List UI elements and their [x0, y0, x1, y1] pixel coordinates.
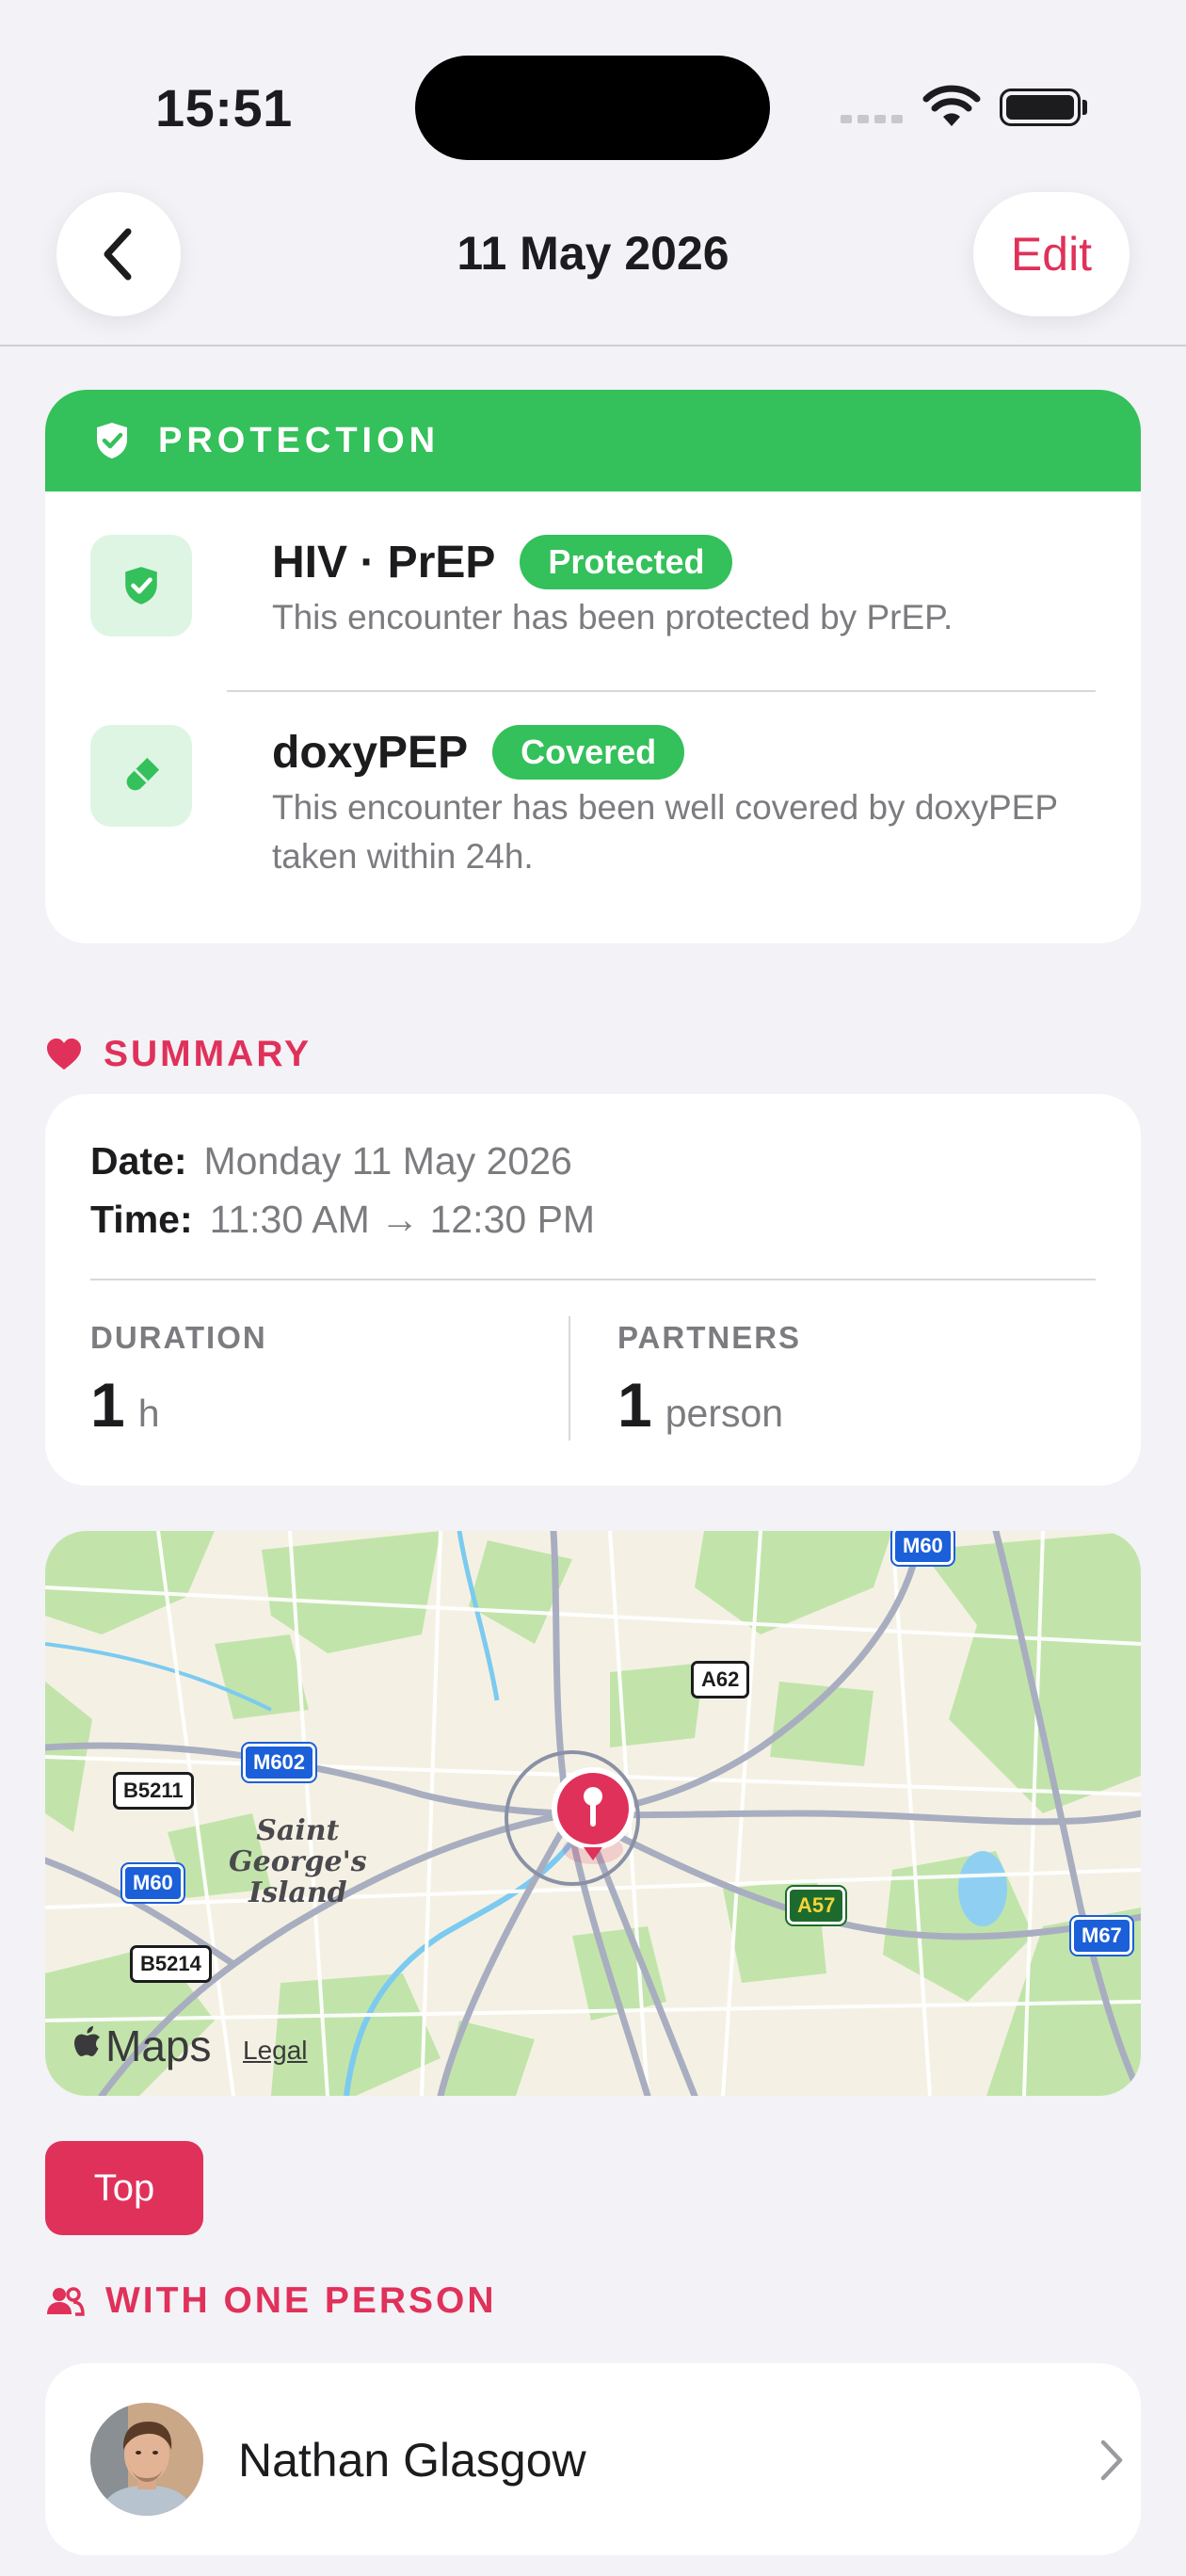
- people-section-header: WITH ONE PERSON: [45, 2280, 497, 2322]
- chevron-right-icon: [1100, 2439, 1123, 2481]
- road-label: B5211: [113, 1772, 194, 1810]
- person-name: Nathan Glasgow: [238, 2434, 586, 2487]
- avatar: [90, 2403, 203, 2516]
- date-label: Date:: [90, 1139, 187, 1183]
- summary-card: Date: Monday 11 May 2026 Time: 11:30 AM → …: [45, 1094, 1141, 1486]
- protection-item-title: doxyPEP: [272, 727, 469, 778]
- map-legal-link[interactable]: Legal: [243, 2036, 308, 2066]
- map-tiles: [45, 1531, 1141, 2096]
- vertical-divider: [569, 1316, 570, 1441]
- heart-icon: [47, 1038, 81, 1070]
- road-label: M602: [243, 1744, 316, 1781]
- protection-item-title: HIV · PrEP: [272, 537, 496, 588]
- dynamic-island: [415, 56, 770, 160]
- location-map[interactable]: M60 A62 M602 B5211 M60 B5214 A57 M67 Sai…: [45, 1531, 1141, 2096]
- summary-section-header: SUMMARY: [45, 1034, 312, 1075]
- summary-time-row: Time: 11:30 AM → 12:30 PM: [90, 1198, 595, 1242]
- road-label: M60: [892, 1531, 954, 1565]
- status-time: 15:51: [155, 78, 293, 137]
- status-bar: 15:51: [0, 0, 1186, 179]
- protection-header: PROTECTION: [45, 390, 1141, 491]
- maps-logo: Maps: [72, 2021, 211, 2071]
- partners-stat: 1 person: [617, 1369, 783, 1441]
- partners-value: 1: [617, 1370, 652, 1440]
- time-value: 11:30 AM → 12:30 PM: [209, 1198, 596, 1241]
- divider: [227, 690, 1096, 692]
- divider: [90, 1279, 1096, 1280]
- date-value: Monday 11 May 2026: [203, 1139, 572, 1183]
- battery-icon: [1000, 89, 1081, 126]
- protection-item-description: This encounter has been protected by PrE…: [272, 598, 954, 636]
- status-badge: Covered: [492, 725, 685, 780]
- road-label: B5214: [130, 1945, 212, 1983]
- time-label: Time:: [90, 1198, 193, 1241]
- road-label: A62: [691, 1661, 750, 1699]
- edit-button[interactable]: Edit: [973, 192, 1130, 316]
- top-button[interactable]: Top: [45, 2141, 203, 2235]
- wifi-icon: [922, 85, 981, 126]
- partners-unit: person: [665, 1392, 784, 1435]
- person-row[interactable]: Nathan Glasgow: [45, 2363, 1141, 2555]
- people-icon: [47, 2287, 85, 2316]
- status-badge: Protected: [520, 535, 733, 589]
- shield-check-icon: [97, 423, 127, 459]
- road-label: M60: [122, 1864, 184, 1902]
- duration-stat: 1 h: [90, 1369, 160, 1441]
- pill-icon: [90, 725, 192, 827]
- duration-value: 1: [90, 1370, 125, 1440]
- shield-check-icon: [90, 535, 192, 636]
- road-label: A57: [787, 1887, 846, 1924]
- summary-date-row: Date: Monday 11 May 2026: [90, 1139, 572, 1183]
- road-label: M67: [1071, 1917, 1132, 1955]
- cellular-signal-icon: [841, 115, 903, 123]
- map-place-label: Saint George's Island: [229, 1814, 367, 1909]
- duration-label: DURATION: [90, 1320, 267, 1355]
- navigation-bar: 11 May 2026 Edit: [0, 179, 1186, 346]
- protection-card: PROTECTION HIV · PrEP Protected This enc…: [45, 390, 1141, 943]
- apple-logo-icon: [74, 2026, 100, 2056]
- partners-label: PARTNERS: [617, 1320, 802, 1355]
- duration-unit: h: [137, 1392, 160, 1435]
- protection-header-label: PROTECTION: [158, 420, 441, 460]
- protection-item-description: This encounter has been well covered by …: [272, 788, 1058, 876]
